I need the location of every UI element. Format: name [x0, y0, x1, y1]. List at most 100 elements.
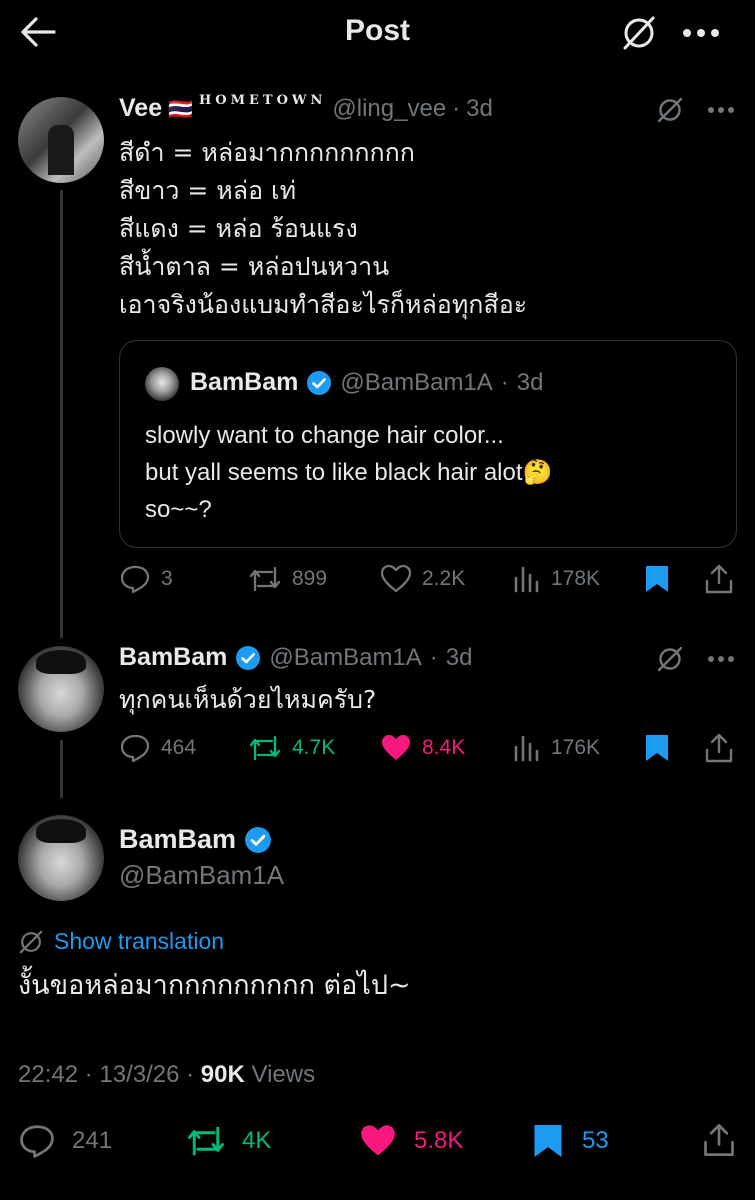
- views-label: Views: [244, 1061, 316, 1088]
- post-time[interactable]: 3d: [466, 95, 493, 123]
- views-chart-icon: [514, 566, 539, 593]
- quoted-post-text: slowly want to change hair color... but …: [145, 417, 725, 528]
- repost-button[interactable]: 4K: [186, 1123, 271, 1159]
- more-dots-icon: [708, 107, 734, 113]
- share-button[interactable]: [704, 563, 734, 595]
- flag-emoji: 🇹🇭: [168, 96, 194, 121]
- post-line: เอาจริงน้องแบมทำสีอะไรก็หล่อทุกสีอะ: [119, 290, 528, 319]
- show-translation-link[interactable]: Show translation: [18, 928, 224, 955]
- views-chart-icon: [514, 735, 539, 762]
- reply-count: 464: [161, 736, 197, 759]
- share-icon: [704, 1124, 734, 1156]
- like-count: 5.8K: [414, 1127, 464, 1154]
- quoted-line: slowly want to change hair color...: [145, 422, 504, 449]
- author-name[interactable]: Vee: [119, 94, 162, 123]
- reply-count: 3: [161, 567, 173, 590]
- avatar[interactable]: [18, 815, 104, 901]
- like-button[interactable]: 2.2K: [380, 564, 465, 594]
- reply-button[interactable]: 464: [119, 733, 196, 763]
- author-handle[interactable]: @BamBam1A: [119, 860, 284, 891]
- bookmark-count: 53: [582, 1127, 609, 1154]
- verified-badge-icon: [236, 645, 261, 670]
- post-line: สีน้ำตาล = หล่อปนหวาน: [119, 252, 390, 281]
- views-count: 176K: [551, 736, 601, 759]
- reply-button[interactable]: 241: [18, 1123, 112, 1159]
- like-count: 2.2K: [422, 567, 466, 590]
- quoted-author-name: BamBam: [190, 368, 299, 396]
- like-button[interactable]: 8.4K: [380, 733, 465, 763]
- post-line: สีดำ = หล่อมากกกกกกกกก: [119, 138, 415, 167]
- author-handle[interactable]: @ling_vee: [332, 95, 446, 123]
- reply-button[interactable]: 3: [119, 564, 173, 594]
- share-button[interactable]: [702, 1122, 736, 1158]
- repost-icon: [188, 1126, 224, 1156]
- repost-count: 899: [292, 567, 328, 590]
- quoted-line: but yall seems to like black hair alot🤔: [145, 459, 553, 486]
- post-timestamp: 22:42 · 13/3/26 ·: [18, 1061, 201, 1088]
- like-button[interactable]: 5.8K: [358, 1123, 463, 1159]
- bookmark-icon: [646, 735, 668, 761]
- translate-slash-icon: [657, 97, 683, 123]
- views-button[interactable]: 176K: [513, 733, 600, 763]
- bookmark-button[interactable]: [644, 733, 670, 763]
- author-handle[interactable]: @BamBam1A: [269, 644, 421, 672]
- share-icon: [705, 733, 733, 763]
- reply-icon: [120, 734, 150, 763]
- avatar[interactable]: [18, 97, 104, 183]
- reply-icon: [120, 565, 150, 594]
- repost-icon: [249, 566, 281, 592]
- quoted-post-time: 3d: [516, 368, 544, 396]
- post-text: งั้นขอหล่อมากกกกกกกกก ต่อไป~: [18, 970, 411, 1001]
- avatar[interactable]: [18, 646, 104, 732]
- repost-button[interactable]: 4.7K: [248, 733, 335, 763]
- post-text: สีดำ = หล่อมากกกกกกกกก สีขาว = หล่อ เท่ …: [119, 134, 739, 324]
- heart-filled-icon: [361, 1125, 395, 1156]
- post-text: ทุกคนเห็นด้วยไหมครับ?: [119, 685, 377, 714]
- profile-badge-text: HOMETOWN: [199, 93, 327, 108]
- translate-toggle-button[interactable]: [620, 14, 658, 52]
- bookmark-button[interactable]: 53: [532, 1122, 609, 1160]
- translate-slash-icon: [19, 930, 43, 953]
- bookmark-icon: [646, 566, 668, 592]
- share-icon: [705, 564, 733, 594]
- more-options-button[interactable]: [682, 28, 720, 38]
- like-count: 8.4K: [422, 736, 466, 759]
- repost-count: 4K: [242, 1127, 272, 1154]
- verified-badge-icon: [245, 826, 271, 853]
- repost-button[interactable]: 899: [248, 564, 327, 594]
- reply-count: 241: [72, 1127, 113, 1154]
- verified-badge-icon: [307, 370, 332, 395]
- thread-line: [60, 740, 63, 798]
- post-line: สีแดง = หล่อ ร้อนแรง: [119, 214, 358, 243]
- author-name[interactable]: BamBam: [119, 824, 236, 855]
- translate-button[interactable]: [656, 96, 684, 124]
- bookmark-icon: [534, 1125, 562, 1157]
- more-options-button[interactable]: [707, 106, 735, 114]
- quoted-author-handle: @BamBam1A: [340, 368, 493, 396]
- views-total: 90K: [200, 1061, 245, 1088]
- translate-button[interactable]: [656, 645, 684, 673]
- views-count: 178K: [551, 567, 601, 590]
- more-dots-icon: [683, 29, 719, 37]
- heart-icon: [380, 564, 412, 593]
- post-time[interactable]: 3d: [446, 644, 473, 672]
- author-name[interactable]: BamBam: [119, 643, 227, 672]
- repost-count: 4.7K: [292, 736, 336, 759]
- repost-icon: [249, 735, 281, 761]
- views-button[interactable]: 178K: [513, 564, 600, 594]
- heart-filled-icon: [382, 735, 410, 760]
- bookmark-button[interactable]: [644, 564, 670, 594]
- thread-line: [60, 190, 63, 638]
- translate-slash-icon: [657, 646, 683, 672]
- post-meta: 22:42 · 13/3/26 · 90K Views: [18, 1061, 315, 1089]
- quoted-post-card[interactable]: BamBam @BamBam1A · 3d slowly want to cha…: [119, 340, 737, 548]
- more-dots-icon: [708, 656, 734, 662]
- post-line: สีขาว = หล่อ เท่: [119, 176, 297, 205]
- quoted-line: so~~?: [145, 496, 212, 523]
- more-options-button[interactable]: [707, 655, 735, 663]
- share-button[interactable]: [704, 732, 734, 764]
- show-translation-label: Show translation: [54, 928, 225, 954]
- translate-slash-icon: [623, 16, 655, 50]
- reply-icon: [20, 1125, 54, 1158]
- avatar: [145, 367, 179, 401]
